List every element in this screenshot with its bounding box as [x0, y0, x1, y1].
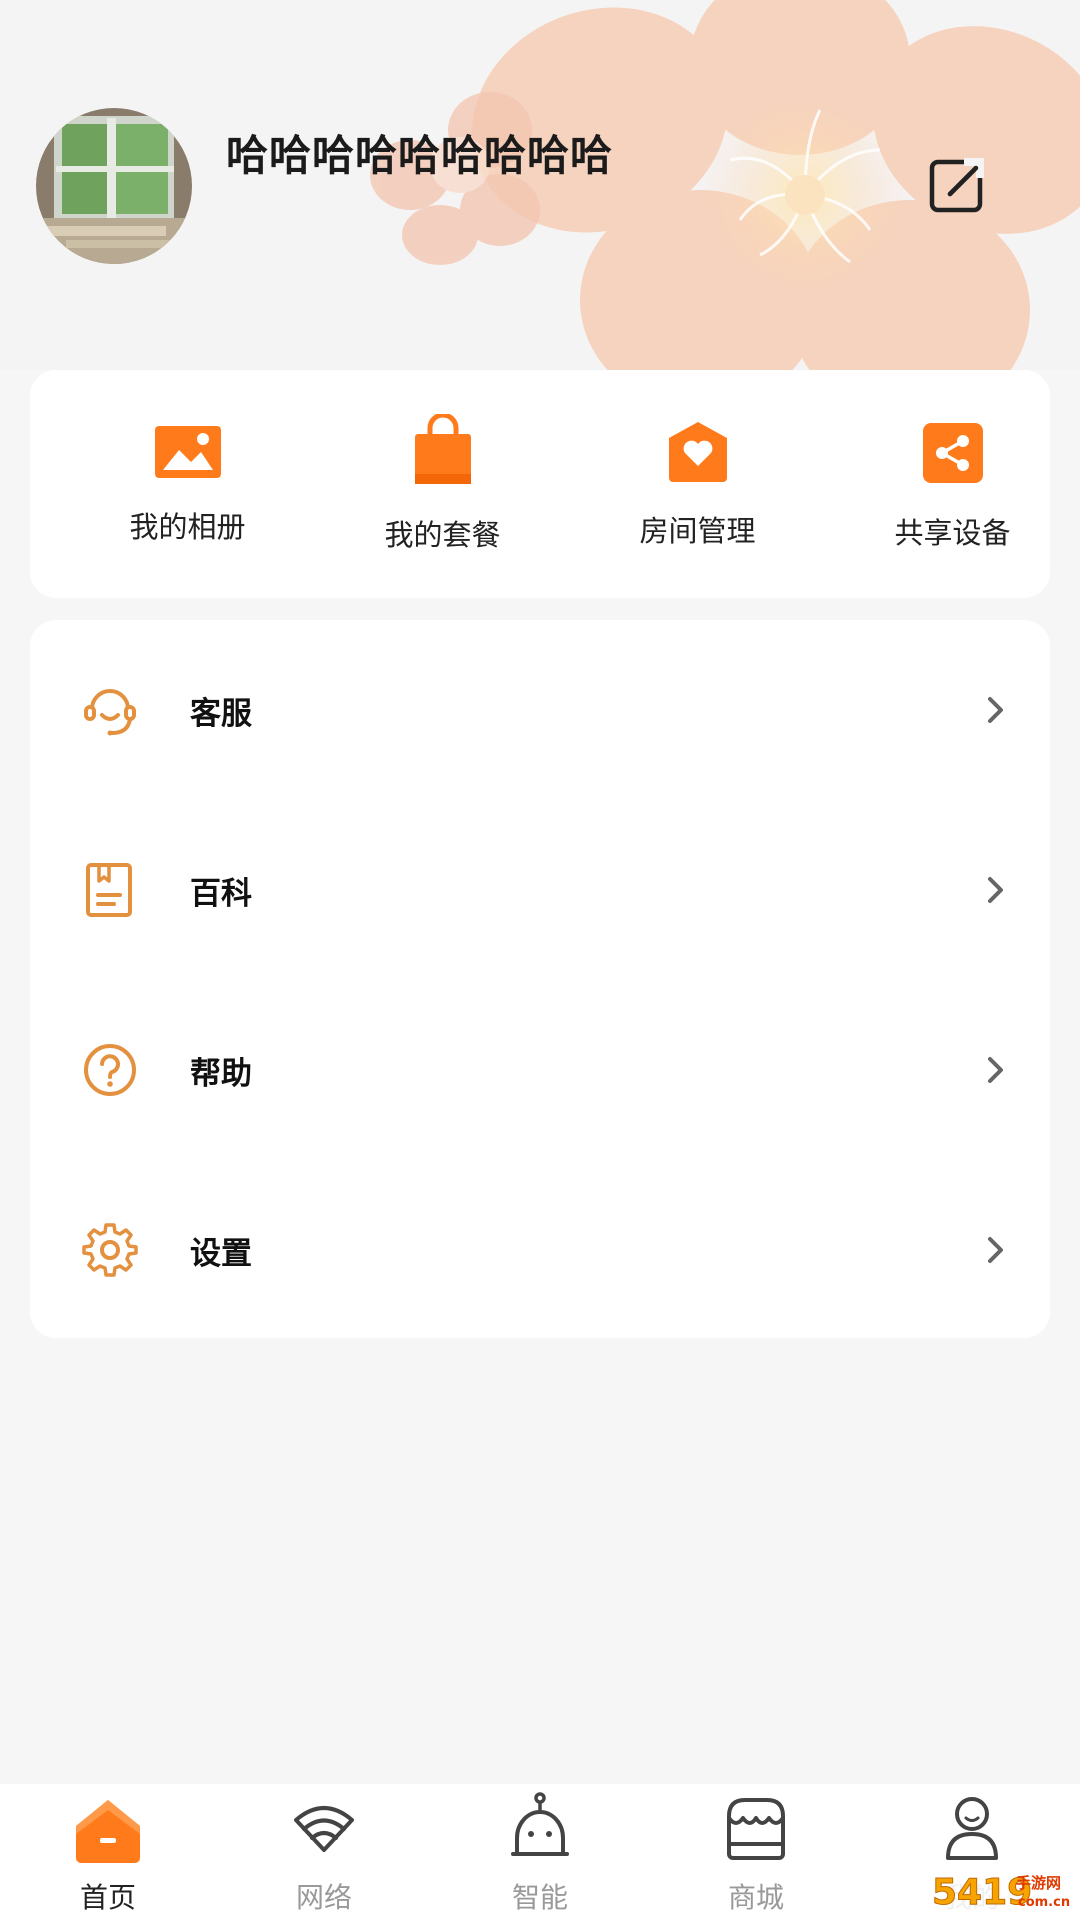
chevron-right-icon [988, 697, 1003, 723]
chevron-right-icon [988, 1237, 1003, 1263]
tab-label: 首页 [79, 1881, 136, 1914]
headset-icon [84, 689, 136, 736]
settings-menu-card: 客服 百科 帮助 设置 [30, 620, 1050, 1338]
chevron-right-icon [988, 877, 1003, 903]
shopping-bag-icon [414, 412, 471, 484]
svg-text:com.cn: com.cn [1018, 1895, 1070, 1910]
quick-action-room-management[interactable]: 房间管理 [570, 370, 825, 598]
quick-actions-card: 我的相册 我的套餐 房间管理 共享设备 [30, 370, 1050, 598]
heart-house-icon [668, 422, 727, 482]
edit-profile-button[interactable] [928, 156, 988, 216]
quick-action-my-album[interactable]: 我的相册 [60, 370, 315, 598]
menu-item-customer-service[interactable]: 客服 [30, 620, 1050, 800]
bottom-tab-bar: 首页 网络 智能 商城 [0, 1784, 1080, 1920]
gear-icon [82, 1223, 138, 1277]
quick-action-label: 房间管理 [639, 514, 756, 548]
wifi-icon [294, 1806, 354, 1852]
quick-action-label: 我的套餐 [384, 518, 501, 552]
menu-item-label: 设置 [190, 1236, 252, 1272]
avatar-image [36, 108, 192, 264]
tab-smart[interactable]: 智能 [432, 1784, 648, 1920]
book-icon [86, 863, 132, 917]
tab-home[interactable]: 首页 [0, 1784, 216, 1920]
menu-item-label: 客服 [190, 696, 252, 732]
watermark-logo: 5419 手游网 com.cn [928, 1866, 1076, 1914]
tab-label: 商城 [727, 1881, 784, 1914]
quick-action-shared-devices[interactable]: 共享设备 [825, 370, 1080, 598]
store-icon [727, 1798, 785, 1860]
tab-network[interactable]: 网络 [216, 1784, 432, 1920]
tab-store[interactable]: 商城 [648, 1784, 864, 1920]
menu-item-label: 百科 [190, 876, 252, 912]
profile-header: 哈哈哈哈哈哈哈哈哈 [0, 0, 1080, 370]
quick-action-label: 我的相册 [129, 510, 246, 544]
share-icon [922, 423, 983, 483]
user-icon [946, 1797, 998, 1860]
tab-label: 智能 [511, 1881, 568, 1914]
edit-icon [929, 158, 984, 213]
photo-album-icon [154, 426, 221, 478]
menu-item-help[interactable]: 帮助 [30, 980, 1050, 1160]
robot-icon [511, 1792, 569, 1856]
username: 哈哈哈哈哈哈哈哈哈 [226, 131, 614, 180]
quick-action-label: 共享设备 [894, 516, 1011, 550]
home-icon [76, 1800, 140, 1863]
avatar[interactable] [36, 108, 192, 264]
menu-item-label: 帮助 [190, 1056, 252, 1092]
tab-label: 网络 [295, 1881, 352, 1914]
svg-text:手游网: 手游网 [1016, 1874, 1061, 1892]
menu-item-settings[interactable]: 设置 [30, 1160, 1050, 1340]
chevron-right-icon [988, 1057, 1003, 1083]
menu-item-encyclopedia[interactable]: 百科 [30, 800, 1050, 980]
help-circle-icon [84, 1044, 136, 1096]
quick-action-my-package[interactable]: 我的套餐 [315, 370, 570, 598]
